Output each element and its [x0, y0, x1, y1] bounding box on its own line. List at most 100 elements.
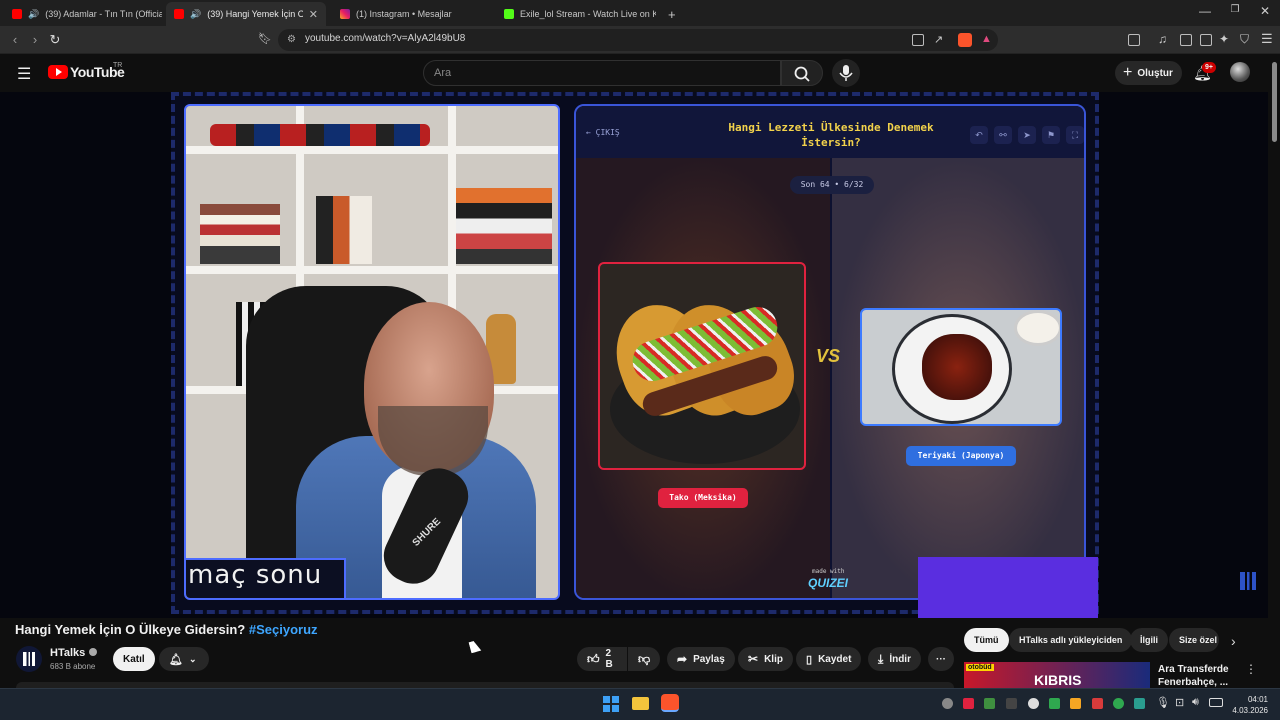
tray-app-icon[interactable] [942, 698, 953, 709]
search-button[interactable] [781, 60, 823, 86]
url-text[interactable]: youtube.com/watch?v=AlyA2l49bU8 [305, 33, 465, 44]
minimize-button[interactable]: — [1190, 4, 1220, 18]
ai-sparkle-icon[interactable]: ✦ [1219, 32, 1229, 46]
hashtag-link[interactable]: #Seçiyoruz [249, 622, 318, 637]
rice-bowl [1014, 310, 1060, 346]
tray-app-icon[interactable] [1028, 698, 1039, 709]
close-window-button[interactable]: ✕ [1250, 4, 1280, 18]
reader-icon[interactable] [1180, 34, 1192, 46]
create-button[interactable]: + Oluştur [1115, 61, 1182, 85]
scrollbar-track[interactable] [1270, 58, 1278, 686]
windows-start-icon[interactable] [603, 696, 619, 712]
tab-adamlar[interactable]: 🔊 (39) Adamlar - Tın Tın (Official Au [4, 2, 162, 26]
send-icon: ➤ [1018, 126, 1036, 144]
thumbnail-tag: otobüd [966, 664, 994, 671]
save-button[interactable]: ▯ Kaydet [796, 647, 862, 671]
filter-chip-for-you[interactable]: Size özel [1169, 628, 1219, 652]
tray-app-icon[interactable] [1134, 698, 1145, 709]
scrollbar-thumb[interactable] [1272, 62, 1277, 142]
join-button[interactable]: Katıl [113, 647, 155, 671]
recommendation-title[interactable]: Ara Transferde Fenerbahçe, ... [1158, 663, 1229, 689]
browser-toolbar: ‹ › ↻ 🔖︎ [0, 26, 1280, 54]
download-icon: ⤓ [878, 651, 884, 666]
filter-chip-related[interactable]: İlgili [1130, 628, 1168, 652]
youtube-logo-icon[interactable] [48, 65, 68, 79]
restore-button[interactable]: ❐ [1220, 4, 1250, 15]
wallet-icon[interactable] [1200, 34, 1212, 46]
cast-icon[interactable] [912, 34, 924, 46]
share-page-icon[interactable]: ↗ [934, 33, 943, 46]
back-icon[interactable]: ‹ [6, 32, 24, 47]
battery-icon[interactable] [1209, 698, 1223, 707]
menu-icon[interactable]: ☰ [1261, 31, 1273, 47]
bookmark-icon[interactable]: 🔖︎ [256, 32, 274, 45]
mic-icon [839, 65, 853, 81]
tray-app-icon[interactable] [1113, 698, 1124, 709]
quiz-toolbar: ↶ ⚯ ➤ ⚑ ⛶ [970, 126, 1084, 144]
book-stack [200, 204, 280, 264]
site-info-icon[interactable]: ⚙ [287, 34, 296, 45]
tab-title: (1) Instagram • Mesajlar [356, 9, 452, 19]
join-label: Katıl [123, 653, 145, 665]
subscribe-notifications-button[interactable]: 🔔︎ ⌄ [159, 647, 209, 671]
brave-shield-icon[interactable] [958, 33, 972, 47]
close-tab-icon[interactable]: ✕ [309, 8, 318, 21]
download-button[interactable]: ⤓ İndir [868, 647, 921, 671]
taskbar-clock[interactable]: 04:01 4.03.2026 [1232, 694, 1268, 716]
filter-chip-from-uploader[interactable]: HTalks adlı yükleyiciden [1009, 628, 1133, 652]
volume-icon[interactable]: 🔊︎ [1192, 696, 1199, 709]
more-actions-button[interactable]: ··· [928, 647, 954, 671]
brave-rewards-icon[interactable]: ▲ [981, 33, 992, 45]
tray-app-icon[interactable] [1070, 698, 1081, 709]
network-icon[interactable]: ⊡ [1175, 696, 1184, 709]
video-player[interactable]: SHURE maç sonu ← ÇIKIŞ Hangi Lezzeti Ülk… [0, 92, 1268, 618]
clip-button[interactable]: ✂ Klip [738, 647, 793, 671]
voice-search-button[interactable] [832, 59, 860, 87]
recommendation-thumbnail[interactable]: otobüd KIBRIS [964, 662, 1150, 688]
music-icon[interactable]: ♫ [1158, 32, 1167, 46]
tray-app-icon[interactable] [1092, 698, 1103, 709]
quiz-title-line1: Hangi Lezzeti Ülkesinde Denemek [728, 121, 934, 134]
file-explorer-icon[interactable] [632, 697, 649, 710]
tab-title: (39) Hangi Yemek İçin O Ülke [207, 9, 303, 19]
tab-title: Exile_lol Stream - Watch Live on Kick [520, 9, 656, 19]
forward-icon[interactable]: › [26, 32, 44, 47]
tray-app-icon[interactable] [1049, 698, 1060, 709]
mic-tray-icon[interactable]: 🎙︎ [1156, 696, 1170, 709]
like-button[interactable]: 👍︎ 2 B [577, 647, 627, 671]
tab-instagram[interactable]: (1) Instagram • Mesajlar [332, 2, 492, 26]
search-input[interactable]: Ara [423, 60, 781, 86]
avatar[interactable] [1230, 62, 1250, 82]
speaker-icon: 🔊 [28, 8, 40, 19]
search-placeholder: Ara [434, 67, 452, 79]
filter-chip-all[interactable]: Tümü [964, 628, 1009, 652]
tray-app-icon[interactable] [963, 698, 974, 709]
save-bookmark-icon: ▯ [806, 653, 813, 666]
tab-hangi-yemek[interactable]: 🔊 (39) Hangi Yemek İçin O Ülke ✕ [166, 2, 326, 26]
tray-app-icon[interactable] [984, 698, 995, 709]
quizei-brand: QUIZEI [808, 576, 849, 590]
notification-badge: 9+ [1202, 62, 1216, 73]
model-cars [210, 124, 430, 146]
vpn-shield-icon[interactable]: ⛉ [1240, 32, 1249, 47]
hamburger-menu-icon[interactable]: ☰ [17, 64, 31, 84]
recommendation-menu-icon[interactable]: ⋮ [1245, 662, 1257, 676]
new-tab-button[interactable]: + [660, 2, 680, 26]
video-title: Hangi Yemek İçin O Ülkeye Gidersin? #Seç… [15, 622, 318, 637]
tray-app-icon[interactable] [1006, 698, 1017, 709]
bell-icon: 🔔︎ [169, 653, 183, 666]
channel-avatar[interactable] [16, 646, 42, 672]
share-button[interactable]: ➦ Paylaş [667, 647, 735, 671]
overlay-text: maç sonu [188, 560, 323, 590]
books [316, 196, 372, 264]
sidebar-icon[interactable] [1128, 34, 1140, 46]
reload-icon[interactable]: ↻ [46, 32, 64, 48]
dislike-button[interactable]: 👎︎ [628, 647, 660, 671]
filter-chip-label: Size özel [1179, 635, 1218, 645]
chevron-right-icon[interactable]: › [1231, 633, 1236, 649]
brave-browser-icon[interactable] [661, 694, 679, 712]
channel-watermark-icon[interactable] [1240, 572, 1256, 590]
channel-name[interactable]: HTalks [50, 647, 85, 659]
clock-time: 04:01 [1247, 695, 1268, 704]
tab-kick[interactable]: Exile_lol Stream - Watch Live on Kick [496, 2, 656, 26]
